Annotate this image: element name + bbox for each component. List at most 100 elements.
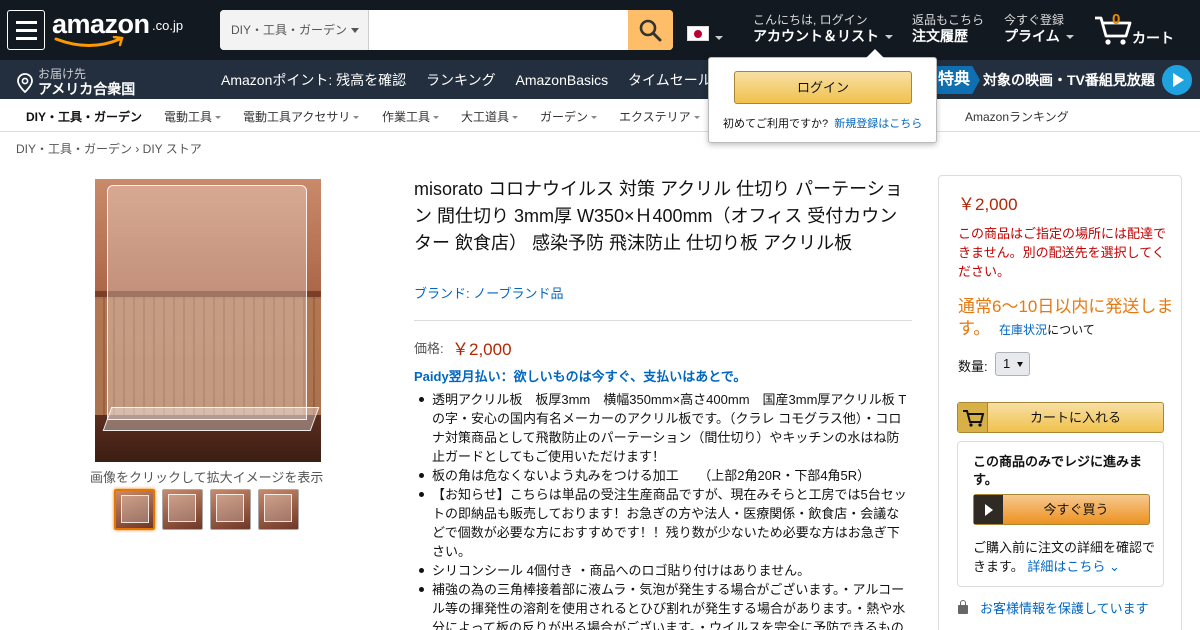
prime-video-promo[interactable]: 特典 対象の映画・TV番組見放題 — [920, 60, 1200, 99]
subnav-label: 大工道具 — [461, 110, 510, 124]
cart-button[interactable]: 0 カート — [1093, 10, 1183, 50]
chevron-down-icon — [1065, 35, 1074, 40]
thumbnail-1[interactable] — [114, 489, 155, 530]
subnav-label: エクステリア — [619, 110, 691, 124]
account-menu[interactable]: こんにちは, ログイン アカウント＆リスト — [753, 13, 893, 45]
details-link[interactable]: 詳細はこちら ⌄ — [1027, 559, 1120, 574]
top-header: amazon .co.jp DIY・工具・ガーデン こんにちは, ログイン アカ… — [0, 0, 1200, 60]
chevron-down-icon — [512, 116, 519, 120]
subnav-item-diy[interactable]: DIY・工具・ガーデン — [26, 108, 142, 125]
chevron-down-icon — [693, 116, 700, 120]
login-button[interactable]: ログイン — [734, 71, 912, 104]
chevron-down-icon — [215, 116, 222, 120]
buy-now-title: この商品のみでレジに進みます。 — [973, 454, 1143, 487]
search-category-label: DIY・工具・ガーデン — [231, 23, 348, 37]
flag-jp-icon[interactable] — [687, 26, 709, 41]
list-item: 透明アクリル板 板厚3mm 横幅350mm×高さ400mm 国産3mm厚アクリル… — [414, 390, 912, 466]
register-link[interactable]: 新規登録はこちら — [834, 118, 922, 130]
chevron-down-icon — [715, 36, 723, 40]
secure-text: お客様情報を保護しています — [980, 601, 1149, 616]
brand-link[interactable]: ブランド: ノーブランド品 — [414, 283, 563, 302]
image-caption: 画像をクリックして拡大イメージを表示 — [90, 470, 324, 485]
new-customer-text: 初めてご利用ですか? 新規登録はこちら — [723, 115, 922, 131]
add-to-cart-button[interactable]: カートに入れる — [957, 402, 1164, 433]
stock-status-link[interactable]: 在庫状況 — [999, 323, 1047, 337]
account-greeting: こんにちは, ログイン — [753, 13, 868, 27]
subnav-item-carpentry[interactable]: 大工道具 — [461, 108, 519, 125]
subnav-item-ranking[interactable]: Amazonランキング — [965, 108, 1069, 125]
shipping-info: 通常6～10日以内に発送します。 在庫状況について — [958, 296, 1178, 341]
nav-link-amazonbasics[interactable]: AmazonBasics — [516, 72, 609, 88]
promo-text: 対象の映画・TV番組見放題 — [983, 72, 1155, 88]
subnav-label: 電動工具アクセサリ — [243, 110, 351, 124]
nav-link-ranking[interactable]: ランキング — [426, 72, 496, 88]
subnav-label: 電動工具 — [164, 110, 213, 124]
orders-line1: 返品もこちら — [912, 13, 985, 27]
orders-line2: 注文履歴 — [912, 28, 968, 44]
lock-icon — [958, 600, 968, 614]
thumbnail-3[interactable] — [210, 489, 251, 530]
buybox-price: ￥2,000 — [958, 195, 1018, 214]
account-label: アカウント＆リスト — [753, 28, 879, 44]
subnav-item-power-tools[interactable]: 電動工具 — [164, 108, 222, 125]
chevron-down-icon — [1017, 362, 1023, 367]
product-title: misorato コロナウイルス 対策 アクリル 仕切り パーテーション 間仕切… — [414, 179, 903, 253]
logo-suffix: .co.jp — [152, 18, 184, 33]
orders-link[interactable]: 返品もこちら 注文履歴 — [912, 13, 984, 45]
cart-label: カート — [1132, 30, 1174, 46]
list-item: 板の角は危なくないよう丸みをつける加工 （上部2角20R・下部4角5R） — [414, 466, 912, 485]
chevron-down-icon — [591, 116, 598, 120]
search-icon — [639, 19, 662, 42]
chevron-down-icon — [351, 28, 359, 33]
play-icon — [1162, 65, 1192, 95]
amazon-logo[interactable]: amazon .co.jp — [52, 9, 192, 49]
prime-line1: 今すぐ登録 — [1004, 13, 1065, 27]
thumbnail-4[interactable] — [258, 489, 299, 530]
buy-box: ￥2,000 この商品はご指定の場所には配達できません。別の配送先を選択してくだ… — [938, 175, 1182, 630]
search-category-dropdown[interactable]: DIY・工具・ガーデン — [220, 10, 369, 50]
new-customer-label: 初めてご利用ですか? — [723, 118, 829, 130]
thumbnail-2[interactable] — [162, 489, 203, 530]
delivery-warning: この商品はご指定の場所には配達できません。別の配送先を選択してください。 — [958, 226, 1167, 279]
play-icon — [974, 495, 1003, 524]
subnav-item-hand-tools[interactable]: 作業工具 — [382, 108, 440, 125]
stock-suffix: について — [1047, 323, 1095, 337]
paidy-link[interactable]: Paidy翌月払い：欲しいものは今すぐ、支払いはあとで。 — [414, 366, 746, 385]
subnav-label: ガーデン — [540, 110, 589, 124]
hamburger-icon[interactable] — [7, 10, 45, 50]
subnav-item-garden[interactable]: ガーデン — [540, 108, 598, 125]
product-main-image[interactable] — [95, 179, 321, 462]
buy-now-desc: ご購入前に注文の詳細を確認できます。 詳細はこちら ⌄ — [973, 538, 1158, 576]
price-value: ￥2,000 — [452, 340, 512, 359]
quantity-label: 数量: — [958, 359, 988, 374]
prime-menu[interactable]: 今すぐ登録 プライム — [1004, 13, 1074, 45]
details-link-label: 詳細はこちら — [1027, 559, 1106, 574]
list-item: 補強の為の三角棒接着部に液ムラ・気泡が発生する場合がございます。・アルコール等の… — [414, 580, 912, 630]
quantity-select[interactable]: 1 — [995, 352, 1030, 376]
quantity-value: 1 — [1003, 356, 1011, 371]
breadcrumb[interactable]: DIY・工具・ガーデン › DIY ストア — [16, 140, 202, 157]
buy-now-button[interactable]: 今すぐ買う — [973, 494, 1150, 525]
subnav-item-power-tool-accessories[interactable]: 電動工具アクセサリ — [243, 108, 360, 125]
list-item: シリコンシール 4個付き ・商品へのロゴ貼り付けはありません。 — [414, 561, 912, 580]
add-to-cart-label: カートに入れる — [1029, 410, 1121, 425]
chevron-down-icon — [885, 35, 893, 40]
secure-transaction[interactable]: お客様情報を保護しています — [958, 598, 1149, 617]
divider — [414, 320, 912, 321]
subnav-item-exterior[interactable]: エクステリア — [619, 108, 700, 125]
cart-icon — [958, 403, 988, 432]
price-label: 価格: — [414, 341, 444, 356]
buy-now-panel: この商品のみでレジに進みます。 今すぐ買う ご購入前に注文の詳細を確認できます。… — [957, 441, 1164, 587]
main-nav: お届け先 アメリカ合衆国 Amazonポイント: 残高を確認 ランキング Ama… — [0, 60, 1200, 99]
nav-link-timesale[interactable]: タイムセール — [628, 72, 712, 88]
deliver-line2: アメリカ合衆国 — [38, 81, 136, 97]
search-button[interactable] — [628, 10, 673, 50]
search-input[interactable] — [369, 10, 628, 50]
feature-bullets: 透明アクリル板 板厚3mm 横幅350mm×高さ400mm 国産3mm厚アクリル… — [414, 390, 912, 630]
chevron-down-icon — [433, 116, 440, 120]
login-popover: ログイン 初めてご利用ですか? 新規登録はこちら — [708, 49, 937, 143]
nav-link-points[interactable]: Amazonポイント: 残高を確認 — [221, 72, 406, 88]
category-subnav: DIY・工具・ガーデン 電動工具 電動工具アクセサリ 作業工具 大工道具 ガーデ… — [0, 99, 1200, 132]
prime-line2: プライム — [1004, 28, 1060, 44]
subnav-label: 作業工具 — [382, 110, 431, 124]
